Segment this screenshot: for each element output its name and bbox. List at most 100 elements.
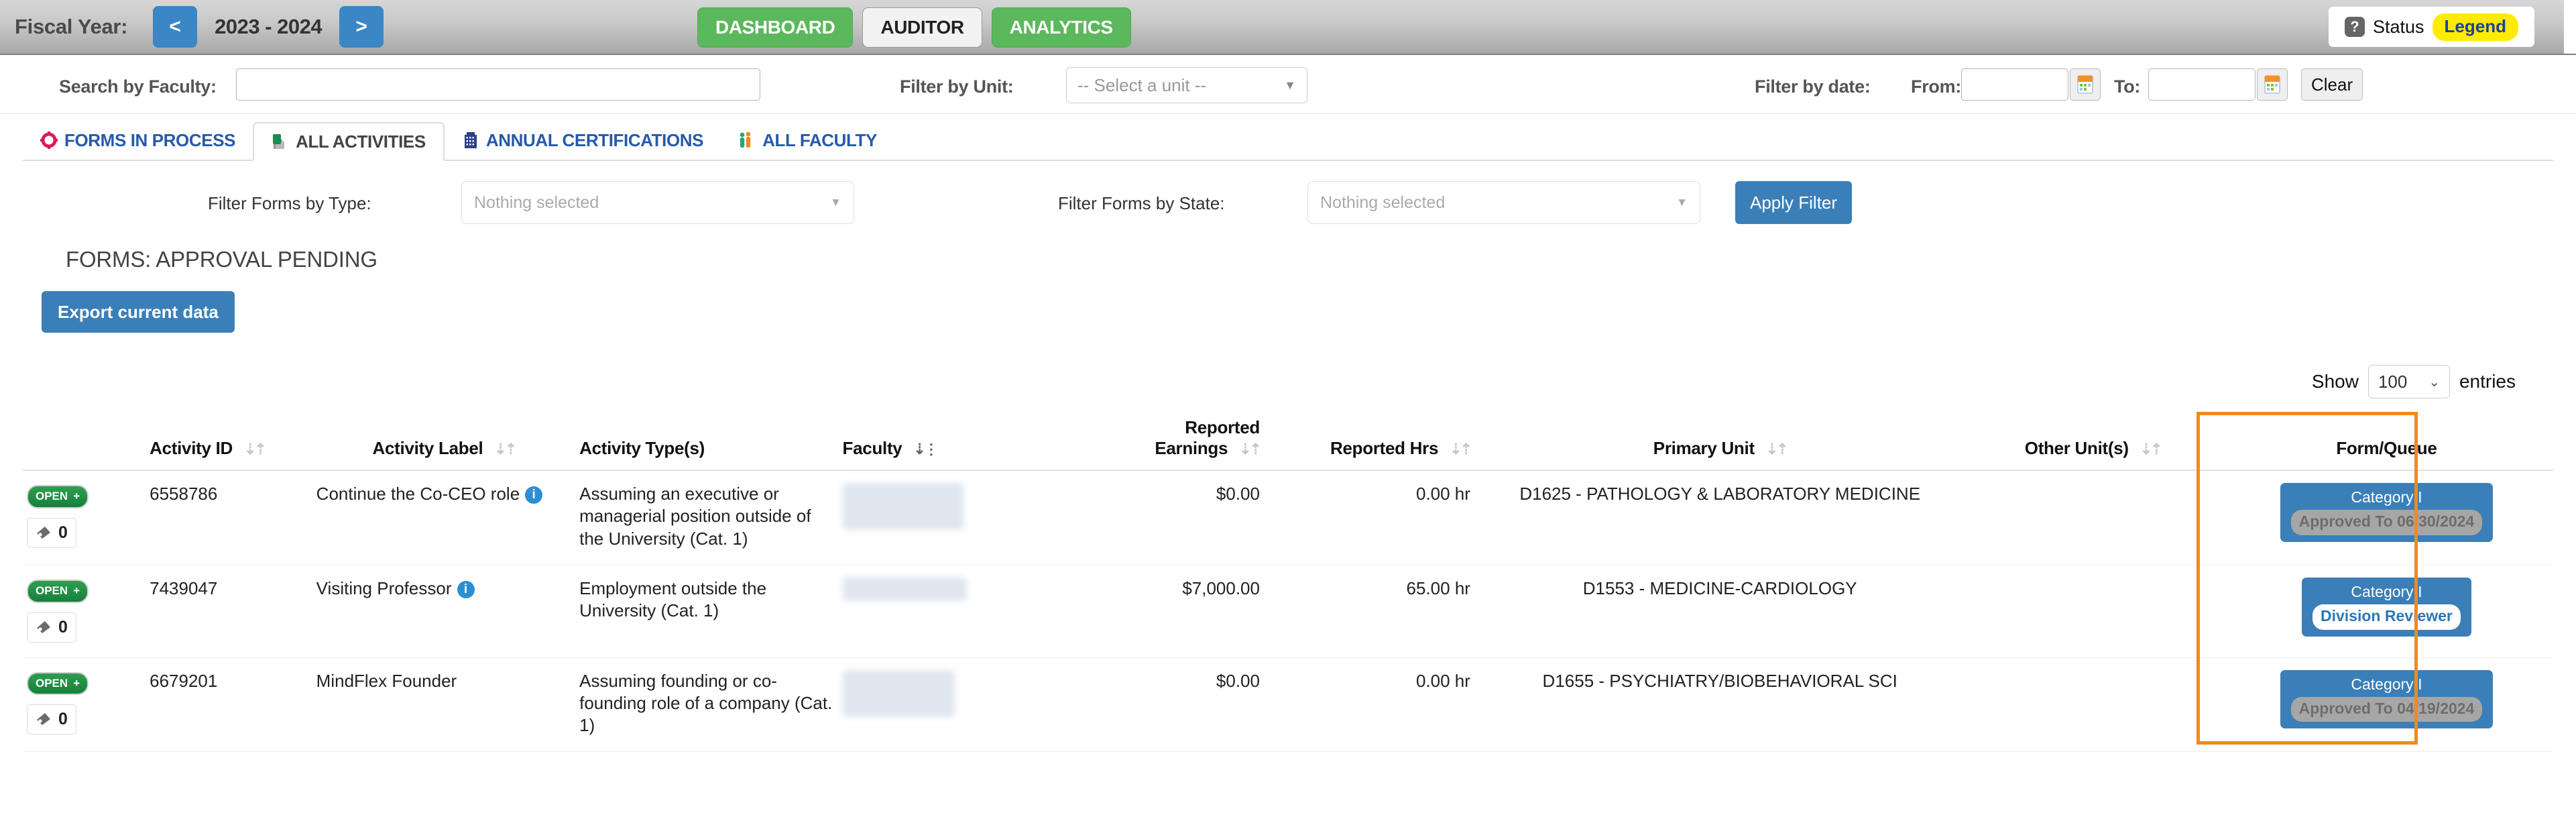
nav-auditor-button[interactable]: AUDITOR: [862, 7, 982, 48]
gear-icon: [40, 131, 58, 149]
form-status-badge: Division Reviewer: [2312, 604, 2461, 630]
attachment-count: 0: [58, 710, 68, 729]
tab-label: ALL FACULTY: [762, 129, 877, 150]
sort-icon-activity-id[interactable]: ⇣⇡: [244, 441, 267, 458]
tab-annual-certifications[interactable]: ANNUAL CERTIFICATIONS: [445, 121, 721, 160]
filter-date-label: Filter by date:: [1755, 76, 1871, 97]
col-activity-label[interactable]: Activity Label ⇣⇡: [312, 408, 576, 471]
calendar-icon-to-button[interactable]: [2257, 68, 2288, 101]
form-category-label: Category I: [2351, 582, 2422, 600]
col-other-units-label: Other Unit(s): [2024, 438, 2129, 458]
plus-icon: +: [73, 676, 80, 690]
fiscal-year-value: 2023 - 2024: [215, 15, 323, 38]
col-faculty-label: Faculty: [842, 438, 902, 458]
tab-forms-in-process[interactable]: FORMS IN PROCESS: [23, 121, 253, 160]
nav-analytics-button[interactable]: ANALYTICS: [991, 7, 1131, 48]
plus-icon: +: [73, 490, 80, 502]
open-button[interactable]: OPEN +: [27, 671, 89, 696]
cell-reported-hrs: 0.00 hr: [1263, 657, 1474, 753]
fiscal-year-prev-button[interactable]: <: [153, 6, 198, 48]
faculty-name-redacted: Consec TeturaElitsed: [842, 669, 955, 717]
sort-icon-primary-unit[interactable]: ⇣⇡: [1766, 441, 1789, 458]
cell-open: OPEN + 0: [23, 565, 146, 658]
filter-forms-by-state-select[interactable]: Nothing selected ▼: [1307, 181, 1700, 224]
filter-unit-select[interactable]: -- Select a unit -- ▼: [1066, 67, 1307, 103]
filter-forms-by-state-value: Nothing selected: [1320, 193, 1446, 212]
cell-open: OPEN + 0: [23, 470, 146, 565]
tab-all-faculty[interactable]: ALL FACULTY: [721, 121, 894, 160]
filter-unit-value: -- Select a unit --: [1077, 74, 1207, 95]
sort-icon-reported-earnings[interactable]: ⇣⇡: [1239, 441, 1262, 458]
tab-all-activities[interactable]: ALL ACTIVITIES: [253, 122, 445, 161]
sort-icon-activity-label[interactable]: ⇣⇡: [494, 441, 517, 458]
fiscal-year-next-button[interactable]: >: [339, 6, 384, 48]
attachment-icon: [37, 713, 50, 726]
chevron-down-icon: ▼: [1284, 78, 1296, 92]
open-button[interactable]: OPEN +: [27, 579, 89, 603]
attachment-button[interactable]: 0: [27, 517, 76, 548]
info-icon[interactable]: i: [525, 486, 543, 504]
search-faculty-input[interactable]: [236, 68, 760, 101]
nav-dashboard-button[interactable]: DASHBOARD: [697, 7, 854, 48]
people-icon: [740, 131, 751, 148]
table-row[interactable]: OPEN + 0 7439047 Visiting Professor i Em…: [23, 565, 2553, 658]
filter-unit-label: Filter by Unit:: [900, 76, 1014, 97]
form-queue-badge[interactable]: Category I Approved To 06/30/2024: [2280, 483, 2494, 542]
chevron-down-icon: ⌄: [2428, 374, 2440, 390]
faculty-name-redacted: Dolor Sitametco: [842, 577, 967, 601]
status-label: Status: [2373, 16, 2424, 37]
cell-form-queue: Category I Division Reviewer: [2219, 565, 2553, 658]
cell-faculty: Lorem IpsumdoSitamet: [838, 470, 1075, 565]
entries-per-page-select[interactable]: 100 ⌄: [2367, 365, 2450, 398]
sort-icon-faculty[interactable]: ⇣⋮: [913, 441, 938, 458]
date-to-input[interactable]: [2148, 68, 2256, 101]
col-activity-types: Activity Type(s): [575, 408, 839, 471]
calendar-icon-from-button[interactable]: [2070, 68, 2101, 101]
table-head: Activity ID ⇣⇡ Activity Label ⇣⇡ Activit…: [23, 408, 2553, 471]
info-icon[interactable]: i: [457, 580, 475, 598]
top-bar: Fiscal Year: < 2023 - 2024 > DASHBOARD A…: [0, 0, 2576, 55]
filter-forms-by-type-value: Nothing selected: [474, 193, 599, 212]
cell-reported-earnings: $0.00: [1075, 657, 1264, 753]
show-entries-control: Show 100 ⌄ entries: [0, 365, 2516, 398]
attachment-button[interactable]: 0: [27, 612, 76, 643]
col-reported-hrs-label: Reported Hrs: [1330, 438, 1439, 458]
col-reported-earnings[interactable]: Reported Earnings ⇣⇡: [1075, 408, 1264, 471]
cell-reported-hrs: 65.00 hr: [1263, 565, 1474, 658]
attachment-button[interactable]: 0: [27, 704, 76, 735]
col-activity-label-label: Activity Label: [372, 438, 483, 458]
col-primary-unit-label: Primary Unit: [1653, 438, 1755, 458]
show-label: Show: [2311, 371, 2359, 392]
legend-badge[interactable]: Legend: [2432, 13, 2518, 41]
activity-label-text: Continue the Co-CEO role: [316, 484, 520, 504]
apply-filter-button[interactable]: Apply Filter: [1735, 181, 1853, 224]
form-queue-badge[interactable]: Category I Approved To 04/19/2024: [2280, 669, 2494, 729]
main-nav: DASHBOARD AUDITOR ANALYTICS: [697, 7, 1131, 48]
activity-label-text: MindFlex Founder: [316, 670, 457, 691]
sort-icon-reported-hrs[interactable]: ⇣⇡: [1450, 441, 1472, 458]
building-icon: [464, 132, 477, 148]
open-button[interactable]: OPEN +: [27, 485, 89, 508]
filter-forms-by-type-label: Filter Forms by Type:: [208, 193, 371, 213]
export-current-data-button[interactable]: Export current data: [42, 291, 235, 333]
table-row[interactable]: OPEN + 0 6558786 Continue the Co-CEO rol…: [23, 470, 2553, 565]
col-reported-hrs[interactable]: Reported Hrs ⇣⇡: [1263, 408, 1474, 471]
cell-open: OPEN + 0: [23, 657, 146, 753]
col-faculty[interactable]: Faculty ⇣⋮: [838, 408, 1075, 471]
col-activity-id[interactable]: Activity ID ⇣⇡: [145, 408, 312, 471]
tab-label: FORMS IN PROCESS: [64, 129, 236, 150]
cell-other-units: [1965, 565, 2220, 658]
attachment-count: 0: [58, 617, 68, 637]
status-legend-button[interactable]: ? Status Legend: [2329, 7, 2534, 47]
col-reported-earnings-line2: Earnings: [1155, 438, 1228, 458]
form-queue-badge[interactable]: Category I Division Reviewer: [2301, 577, 2471, 637]
date-from-input[interactable]: [1961, 68, 2068, 101]
col-primary-unit[interactable]: Primary Unit ⇣⇡: [1474, 408, 1966, 471]
faculty-name-redacted: Lorem IpsumdoSitamet: [842, 483, 964, 531]
col-other-units[interactable]: Other Unit(s) ⇣⇡: [1965, 408, 2220, 471]
filter-forms-by-type-select[interactable]: Nothing selected ▼: [461, 181, 854, 224]
documents-icon: [273, 134, 285, 149]
sort-icon-other-units[interactable]: ⇣⇡: [2140, 441, 2163, 458]
table-row[interactable]: OPEN + 0 6679201 MindFlex Founder Assumi…: [23, 657, 2553, 753]
clear-date-button[interactable]: Clear: [2301, 68, 2363, 101]
